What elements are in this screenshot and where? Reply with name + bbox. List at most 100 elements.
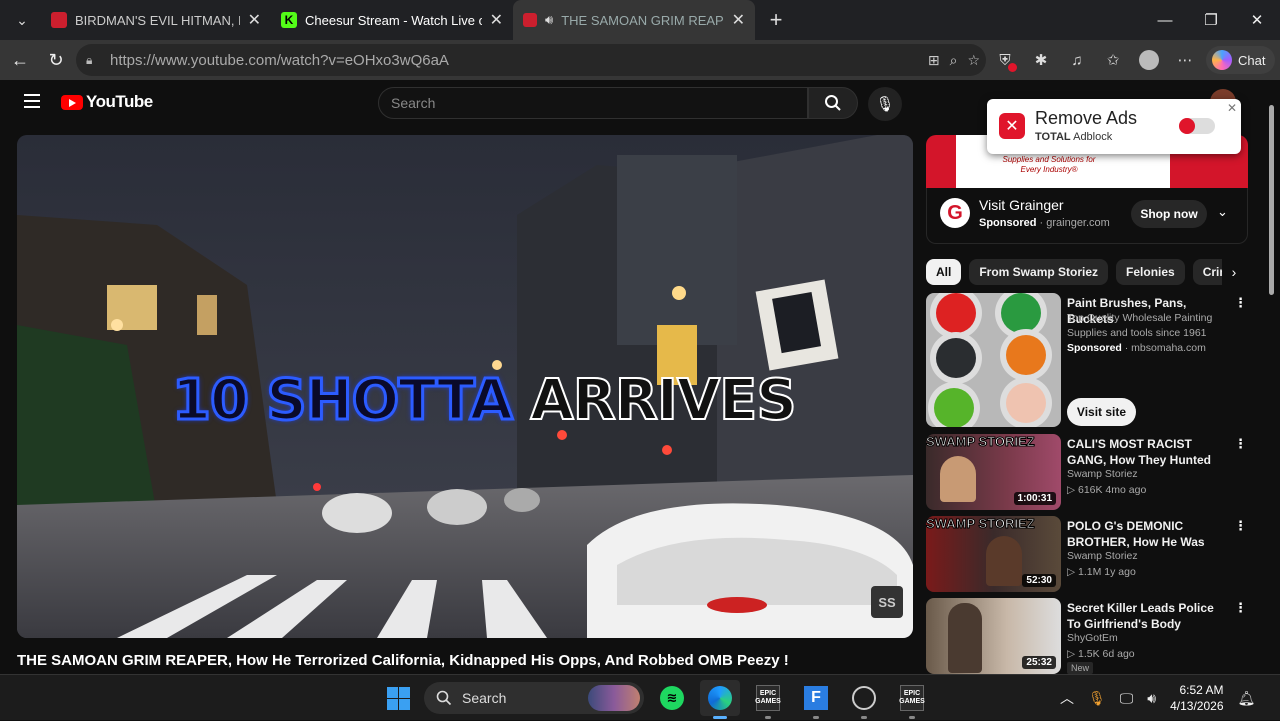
minimize-icon[interactable]: — — [1142, 0, 1188, 40]
taskbar-search[interactable]: Search — [424, 682, 644, 714]
tab-title: THE SAMOAN GRIM REAPER, — [561, 12, 724, 28]
clock[interactable]: 6:52 AM 4/13/2026 — [1170, 682, 1223, 714]
ad-title[interactable]: Visit Grainger — [979, 197, 1064, 213]
video-title: THE SAMOAN GRIM REAPER, How He Terrorize… — [17, 652, 789, 669]
shop-now-button[interactable]: Shop now — [1131, 200, 1207, 228]
search-input[interactable]: Search — [378, 87, 808, 119]
visit-site-button[interactable]: Visit site — [1067, 398, 1136, 426]
restore-icon[interactable]: ❐ — [1188, 0, 1234, 40]
copilot-chat-button[interactable]: Chat — [1206, 46, 1276, 74]
capture-app[interactable] — [844, 680, 884, 719]
thumbnail-person — [940, 456, 976, 502]
chip-felonies[interactable]: Felonies — [1116, 259, 1185, 285]
rec-title[interactable]: POLO G's DEMONIC BROTHER, How He Was SHO… — [1067, 518, 1227, 550]
windows-start-icon[interactable] — [380, 680, 416, 716]
volume-icon[interactable]: 🔊︎ — [1147, 690, 1156, 707]
adblock-x-icon: ✕ — [999, 113, 1025, 139]
search-highlight-image — [588, 685, 640, 711]
zoom-icon[interactable]: ⌕ — [950, 52, 958, 69]
rec-channel[interactable]: Swamp Storiez — [1067, 550, 1138, 562]
spotify-app[interactable]: ≋ — [652, 680, 692, 716]
site-info-icon[interactable]: 🔒︎ — [86, 53, 100, 67]
tab-close-icon[interactable]: ✕ — [248, 10, 261, 30]
browser-tab-cheesur[interactable]: K Cheesur Stream - Watch Live on Ki ✕ — [271, 0, 513, 40]
browser-tab-samoan-active[interactable]: 🔊︎ THE SAMOAN GRIM REAPER, ✕ — [513, 0, 755, 40]
video-thumbnail[interactable]: SWAMP STORIEZ 1:00:31 — [926, 434, 1061, 510]
video-thumbnail[interactable]: SWAMP STORIEZ 52:30 — [926, 516, 1061, 592]
youtube-favicon-icon — [523, 13, 537, 27]
sponsored-label: Sponsored — [979, 217, 1037, 229]
video-thumbnail[interactable]: 25:32 — [926, 598, 1061, 674]
page-scrollbar[interactable] — [1266, 95, 1276, 665]
rec-title[interactable]: CALI'S MOST RACIST GANG, How They Hunted… — [1067, 436, 1227, 468]
rec-title[interactable]: Secret Killer Leads Police To Girlfriend… — [1067, 600, 1227, 632]
address-bar-actions: ⊞ ⌕ ☆ — [928, 44, 980, 76]
show-hidden-icons-chevron-icon[interactable]: ︿ — [1060, 688, 1074, 708]
refresh-icon[interactable]: ↻ — [38, 44, 74, 76]
ad-banner-text: Supplies and Solutions for Every Industr… — [1002, 155, 1096, 174]
browser-tab-birdman[interactable]: BIRDMAN'S EVIL HITMAN, How Ha ✕ — [41, 0, 271, 40]
kick-favicon-icon: K — [281, 12, 297, 28]
rec-description-line: Top Quality Wholesale Painting — [1067, 312, 1213, 324]
channel-watermark-icon[interactable]: SS — [871, 586, 903, 618]
popup-close-icon[interactable]: ✕ — [1227, 101, 1237, 115]
scrollbar-thumb[interactable] — [1269, 105, 1274, 295]
video-player[interactable]: 10 SHOTTA ARRIVES SS — [17, 135, 913, 638]
more-options-icon[interactable]: ⋯ — [1170, 45, 1200, 75]
youtube-logo[interactable]: YouTube — [61, 92, 153, 112]
remove-ads-toggle[interactable] — [1179, 118, 1215, 134]
chip-crime[interactable]: Crime — [1192, 259, 1222, 285]
tab-actions-menu-button[interactable]: ⌄ — [3, 4, 41, 36]
recommendation-item[interactable]: SWAMP STORIEZ 1:00:31 CALI'S MOST RACIST… — [926, 434, 1248, 510]
more-actions-icon[interactable]: ⋮ — [1234, 436, 1247, 452]
adblock-brand: TOTAL Adblock — [1035, 131, 1112, 143]
rec-channel[interactable]: Swamp Storiez — [1067, 468, 1138, 480]
voice-search-mic-icon[interactable]: 🎙︎ — [868, 87, 902, 121]
f-app[interactable]: F — [796, 680, 836, 719]
extensions-puzzle-icon[interactable]: ✱ — [1026, 45, 1056, 75]
network-icon[interactable]: 🖵︎ — [1120, 690, 1134, 707]
epic-games-icon: EPIC GAMES — [899, 685, 925, 711]
url-text[interactable]: https://www.youtube.com/watch?v=eOHxo3wQ… — [110, 52, 449, 69]
more-actions-icon[interactable]: ⋮ — [1234, 295, 1247, 311]
epic-games-app-2[interactable]: EPIC GAMES — [892, 680, 932, 719]
recommendation-item[interactable]: 25:32 Secret Killer Leads Police To Girl… — [926, 598, 1248, 674]
address-bar[interactable]: 🔒︎ https://www.youtube.com/watch?v=eOHxo… — [76, 44, 986, 76]
tab-close-icon[interactable]: ✕ — [490, 10, 503, 30]
back-arrow-icon[interactable]: ← — [2, 44, 38, 76]
adblock-extension-icon[interactable]: ⛨ — [990, 45, 1020, 75]
spotify-icon: ≋ — [660, 686, 684, 710]
epic-games-app[interactable]: EPIC GAMES — [748, 680, 788, 719]
tab-close-icon[interactable]: ✕ — [732, 10, 745, 30]
sponsored-recommendation[interactable]: Paint Brushes, Pans, Buckets Top Quality… — [926, 293, 1248, 433]
paint-cans-thumbnail[interactable] — [926, 293, 1061, 427]
chevron-right-icon[interactable]: › — [1222, 259, 1246, 285]
active-indicator — [713, 716, 727, 719]
media-control-icon[interactable]: ♫ — [1062, 45, 1092, 75]
edge-app[interactable] — [700, 680, 740, 719]
rec-channel[interactable]: ShyGotEm — [1067, 632, 1118, 644]
ad-card[interactable]: G Visit Grainger Sponsored · grainger.co… — [926, 188, 1248, 244]
profile-avatar-icon[interactable] — [1134, 45, 1164, 75]
rec-views-age: ▷ 1.5K 6d ago — [1067, 648, 1135, 660]
more-actions-icon[interactable]: ⋮ — [1234, 518, 1247, 534]
rec-views-age: ▷ 1.1M 1y ago — [1067, 566, 1136, 578]
taskbar-search-label: Search — [462, 690, 507, 706]
notifications-icon[interactable]: 🔔︎ — [1238, 690, 1256, 707]
search-icon — [436, 690, 452, 706]
audio-playing-icon[interactable]: 🔊︎ — [545, 12, 553, 28]
close-window-icon[interactable]: ✕ — [1234, 0, 1280, 40]
app-available-icon[interactable]: ⊞ — [928, 52, 940, 69]
recommendation-item[interactable]: SWAMP STORIEZ 52:30 POLO G's DEMONIC BRO… — [926, 516, 1248, 592]
chip-from-swamp-storiez[interactable]: From Swamp Storiez — [969, 259, 1109, 285]
favorites-icon[interactable]: ✩ — [1098, 45, 1128, 75]
search-button[interactable] — [808, 87, 858, 119]
chevron-down-icon[interactable]: ⌄ — [1217, 204, 1228, 220]
more-actions-icon[interactable]: ⋮ — [1234, 600, 1247, 616]
new-tab-button[interactable]: + — [761, 5, 791, 35]
chip-all[interactable]: All — [926, 259, 962, 285]
microphone-in-use-icon[interactable]: 🎙︎ — [1088, 690, 1106, 707]
favorite-star-icon[interactable]: ☆ — [967, 52, 980, 69]
taskbar-apps: Search ≋ EPIC GAMES F EPIC GAMES — [380, 680, 932, 719]
guide-menu-icon[interactable] — [24, 94, 40, 108]
